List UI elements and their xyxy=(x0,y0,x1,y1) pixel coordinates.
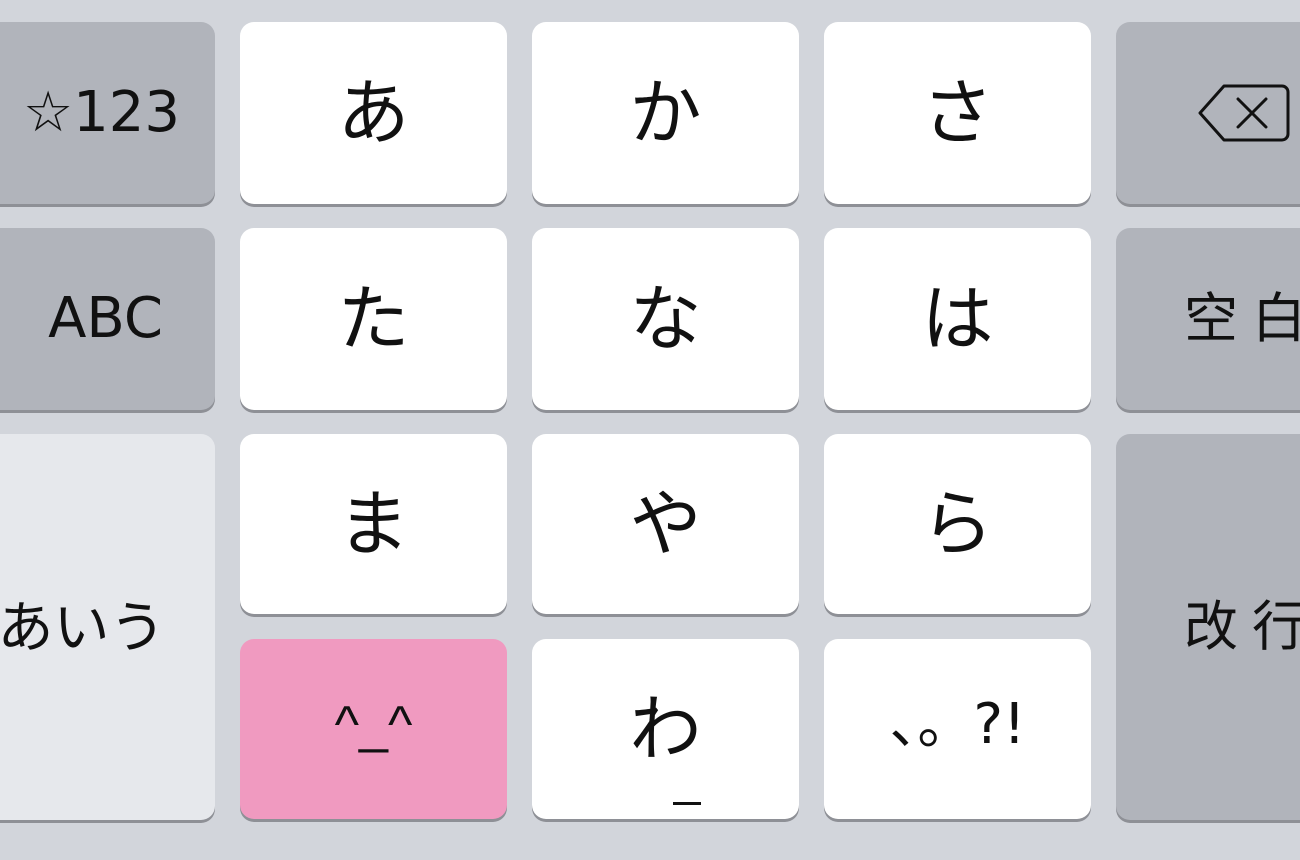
key-ta-label: た xyxy=(337,277,410,361)
key-wa[interactable]: わ xyxy=(532,639,799,819)
long-vowel-mark-icon xyxy=(673,802,702,805)
key-wa-content: わ xyxy=(629,687,702,805)
key-ta[interactable]: た xyxy=(240,228,507,410)
key-a-label: あ xyxy=(337,71,410,155)
key-ma[interactable]: ま xyxy=(240,434,507,614)
key-ma-label: ま xyxy=(337,482,410,566)
enter-key-label: 改行 xyxy=(1184,595,1300,658)
abc-key-label: ABC xyxy=(48,286,163,351)
key-sa-label: さ xyxy=(921,71,994,155)
key-wa-label: わ xyxy=(629,687,702,771)
space-key[interactable]: 空白 xyxy=(1116,228,1300,410)
key-ha[interactable]: は xyxy=(824,228,1091,410)
key-ha-label: は xyxy=(921,277,994,361)
key-a[interactable]: あ xyxy=(240,22,507,204)
abc-key[interactable]: ABC xyxy=(0,228,215,410)
emoticon-key[interactable]: ^_^ xyxy=(240,639,507,819)
key-na[interactable]: な xyxy=(532,228,799,410)
backspace-icon xyxy=(1198,84,1290,142)
symbols-key-label: ☆123 xyxy=(22,80,181,145)
key-ka-label: か xyxy=(629,71,702,155)
key-ra-label: ら xyxy=(921,482,994,566)
space-key-label: 空白 xyxy=(1184,287,1300,350)
key-ra[interactable]: ら xyxy=(824,434,1091,614)
key-na-label: な xyxy=(629,277,702,361)
key-sa[interactable]: さ xyxy=(824,22,1091,204)
emoticon-key-label: ^_^ xyxy=(334,696,413,754)
key-ka[interactable]: か xyxy=(532,22,799,204)
symbols-key[interactable]: ☆123 xyxy=(0,22,215,204)
hiragana-key[interactable]: あいう xyxy=(0,434,215,820)
japanese-flick-keyboard: ☆123 ABC あいう あ か さ た な は ま や ら ^_^ わ 、。?… xyxy=(0,0,1300,860)
key-ya[interactable]: や xyxy=(532,434,799,614)
key-ya-label: や xyxy=(629,482,702,566)
hiragana-key-label: あいう xyxy=(0,596,166,661)
backspace-key[interactable] xyxy=(1116,22,1300,204)
punctuation-key[interactable]: 、。?! xyxy=(824,639,1091,819)
enter-key[interactable]: 改行 xyxy=(1116,434,1300,820)
punctuation-key-label: 、。?! xyxy=(889,692,1026,757)
